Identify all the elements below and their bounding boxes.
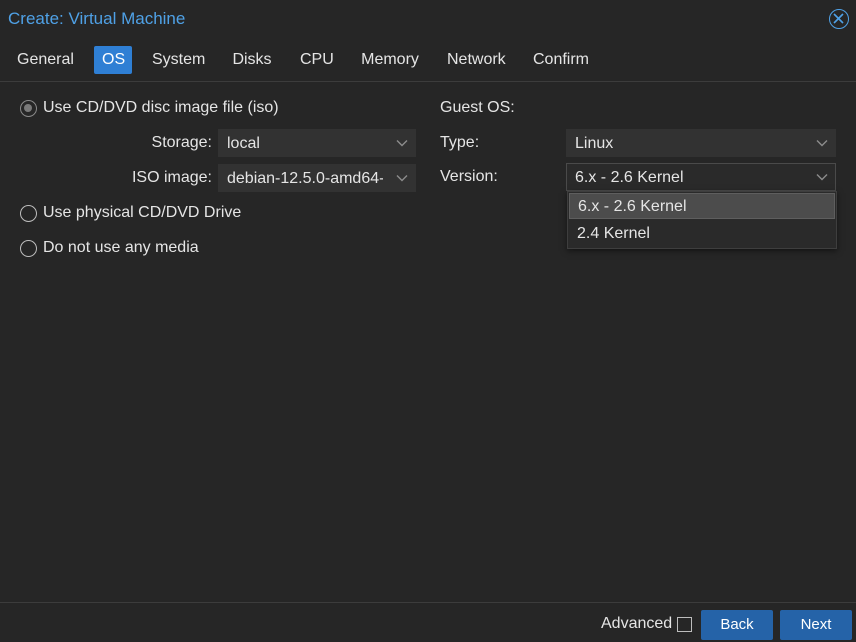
storage-value: local xyxy=(227,135,260,152)
tab-disks[interactable]: Disks xyxy=(224,46,280,74)
dropdown-option-24-kernel[interactable]: 2.4 Kernel xyxy=(569,221,835,247)
back-button[interactable]: Back xyxy=(701,610,773,640)
radio-checked-icon[interactable] xyxy=(20,99,37,117)
tab-confirm[interactable]: Confirm xyxy=(525,46,597,74)
iso-image-select[interactable]: debian-12.5.0-amd64-netinst.iso xyxy=(218,164,416,192)
iso-radio-label: Use CD/DVD disc image file (iso) xyxy=(43,99,279,116)
physical-drive-radio-label: Use physical CD/DVD Drive xyxy=(43,204,242,221)
storage-label: Storage: xyxy=(151,134,212,151)
tab-cpu[interactable]: CPU xyxy=(292,46,340,74)
os-type-label: Type: xyxy=(440,134,480,151)
iso-radio-option[interactable]: Use CD/DVD disc image file (iso) xyxy=(20,97,279,119)
tab-memory[interactable]: Memory xyxy=(353,46,427,74)
dropdown-option-6x-kernel[interactable]: 6.x - 2.6 Kernel xyxy=(569,193,835,219)
radio-unchecked-icon[interactable] xyxy=(20,204,37,222)
iso-image-value: debian-12.5.0-amd64-netinst.iso xyxy=(227,170,383,187)
os-type-value: Linux xyxy=(575,135,614,152)
footer-divider xyxy=(0,602,856,603)
wizard-tabs: General OS System Disks CPU Memory Netwo… xyxy=(0,44,856,78)
next-button[interactable]: Next xyxy=(780,610,852,640)
no-media-radio-option[interactable]: Do not use any media xyxy=(20,237,199,259)
tab-system[interactable]: System xyxy=(144,46,212,74)
physical-drive-radio-option[interactable]: Use physical CD/DVD Drive xyxy=(20,202,241,224)
radio-unchecked-icon[interactable] xyxy=(20,239,37,257)
tab-network[interactable]: Network xyxy=(439,46,513,74)
os-version-value: 6.x - 2.6 Kernel xyxy=(575,169,684,186)
close-icon[interactable] xyxy=(829,9,849,29)
os-version-dropdown: 6.x - 2.6 Kernel 2.4 Kernel xyxy=(567,191,837,249)
tab-general[interactable]: General xyxy=(9,46,81,74)
no-media-radio-label: Do not use any media xyxy=(43,239,199,256)
create-vm-dialog: Create: Virtual Machine General OS Syste… xyxy=(0,0,856,642)
chevron-down-icon[interactable] xyxy=(396,139,408,147)
os-version-select[interactable]: 6.x - 2.6 Kernel xyxy=(566,163,836,191)
chevron-down-icon[interactable] xyxy=(816,139,828,147)
storage-select[interactable]: local xyxy=(218,129,416,157)
guest-os-heading: Guest OS: xyxy=(440,99,515,116)
tab-os[interactable]: OS xyxy=(94,46,132,74)
os-version-label: Version: xyxy=(440,168,498,185)
advanced-checkbox[interactable] xyxy=(677,617,692,632)
chevron-down-icon[interactable] xyxy=(396,174,408,182)
iso-image-label: ISO image: xyxy=(131,169,212,186)
tabs-divider xyxy=(0,81,856,82)
advanced-label: Advanced xyxy=(601,615,673,632)
os-type-select[interactable]: Linux xyxy=(566,129,836,157)
dialog-titlebar: Create: Virtual Machine xyxy=(0,0,856,38)
dialog-title: Create: Virtual Machine xyxy=(8,9,186,28)
chevron-down-icon[interactable] xyxy=(816,173,828,181)
